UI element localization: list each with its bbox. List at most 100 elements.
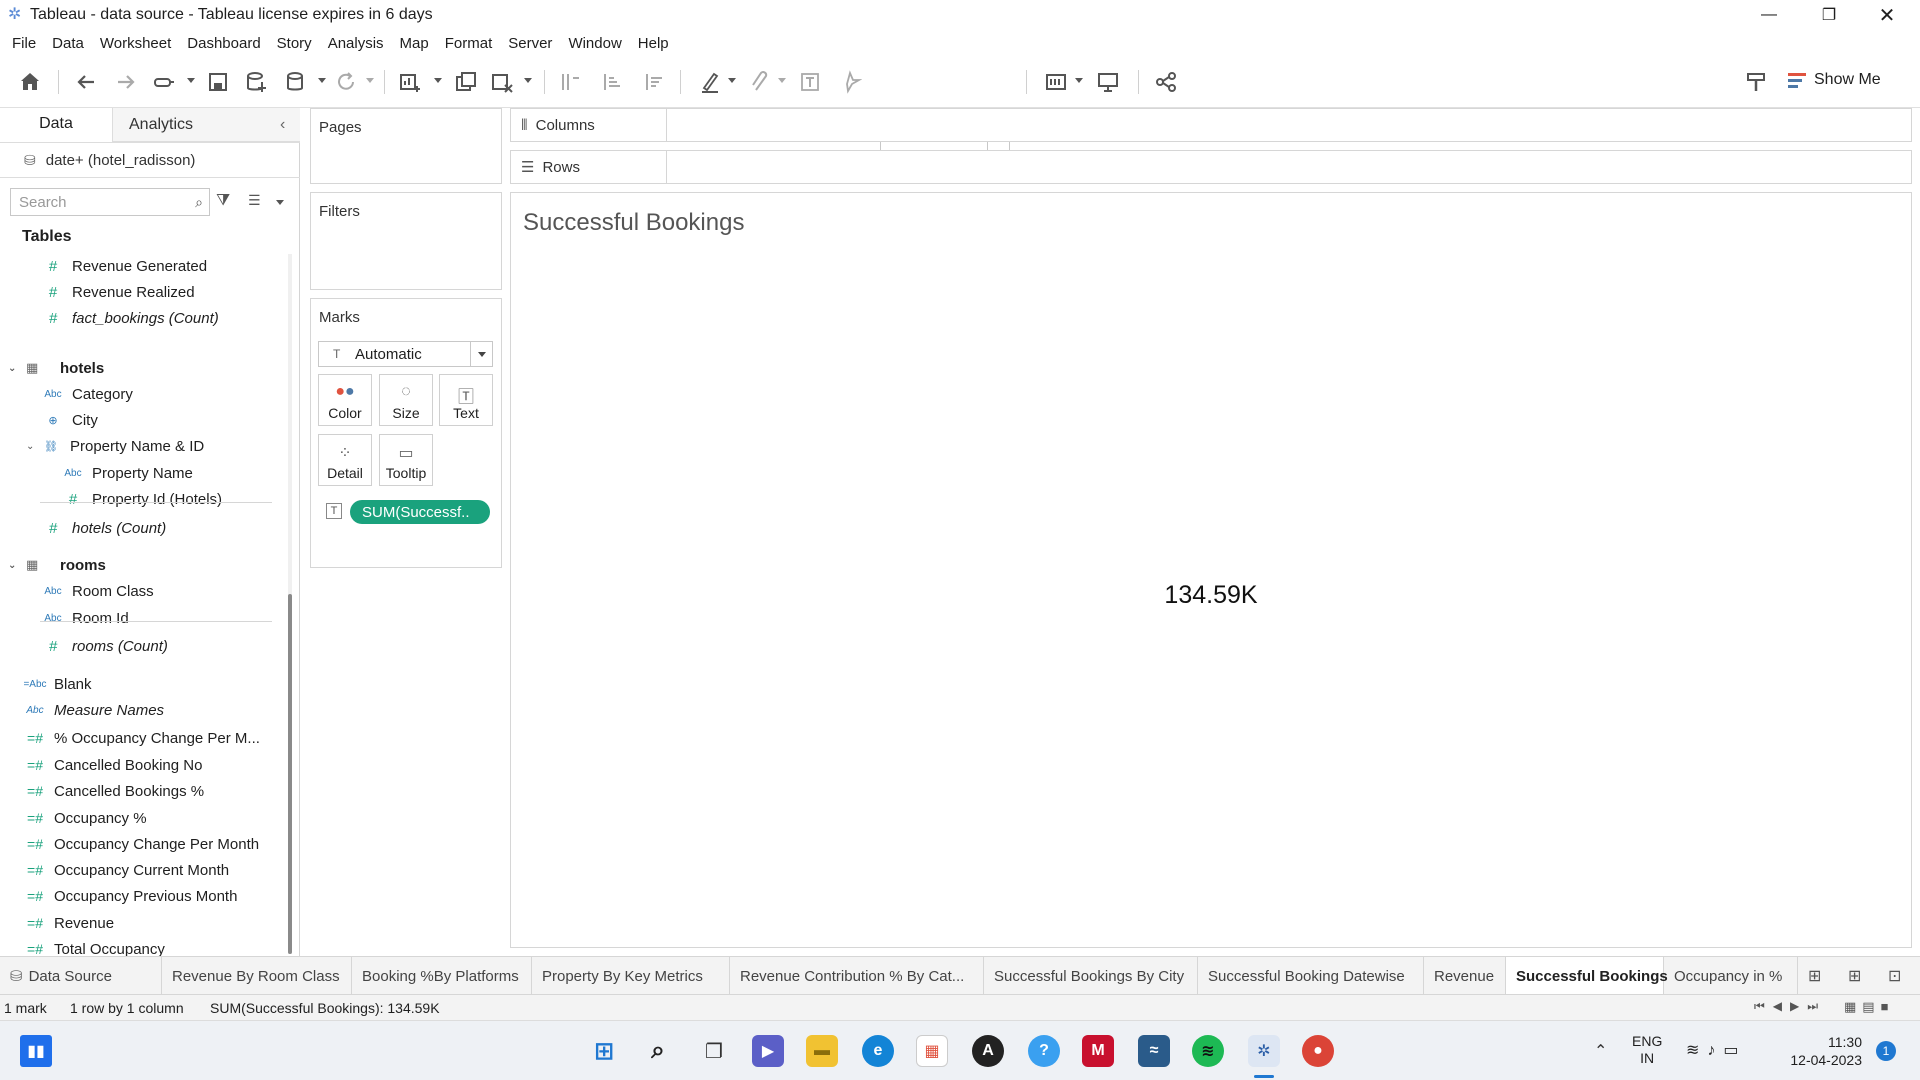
new-worksheet-tab-icon[interactable]: ⊞: [1808, 966, 1821, 986]
columns-shelf[interactable]: ⦀ Columns: [510, 108, 1912, 142]
task-view-icon[interactable]: ❐: [698, 1035, 730, 1067]
sheet-nav-icons[interactable]: ⏮◀▶⏭: [1754, 999, 1826, 1014]
field-calc[interactable]: =# % Occupancy Change Per M...: [24, 726, 260, 750]
tab-sheet[interactable]: Property By Key Metrics: [532, 957, 730, 995]
field-calc[interactable]: =# Revenue: [24, 911, 114, 935]
filter-icon[interactable]: ⧩: [216, 192, 230, 210]
presentation-mode-icon[interactable]: [1094, 68, 1122, 96]
tab-sheet[interactable]: Revenue By Room Class: [162, 957, 352, 995]
language-indicator[interactable]: ENG IN: [1632, 1033, 1662, 1067]
field-calc[interactable]: =# Occupancy Current Month: [24, 858, 229, 882]
field-blank[interactable]: =Abc Blank: [23, 672, 91, 696]
app-icon[interactable]: A: [972, 1035, 1004, 1067]
file-explorer-icon[interactable]: ▬: [806, 1035, 838, 1067]
menu-server[interactable]: Server: [500, 35, 560, 52]
start-icon[interactable]: ⊞: [588, 1035, 620, 1067]
rows-shelf[interactable]: ☰ Rows: [510, 150, 1912, 184]
swap-rows-columns-icon[interactable]: [556, 68, 584, 96]
chrome-icon[interactable]: ●: [1302, 1035, 1334, 1067]
field-room-id[interactable]: Abc Room Id: [42, 606, 128, 630]
menu-window[interactable]: Window: [560, 35, 629, 52]
field-measure-names[interactable]: Abc Measure Names: [24, 698, 164, 722]
chevron-down-icon[interactable]: [470, 342, 492, 366]
search-input[interactable]: Search ⌕: [10, 188, 210, 216]
new-sheet-dropdown-icon[interactable]: [434, 78, 442, 83]
field-calc[interactable]: =# Occupancy %: [24, 806, 147, 830]
field-fact-bookings-count[interactable]: # fact_bookings (Count): [42, 306, 219, 330]
chevron-up-icon[interactable]: ⌃: [1594, 1041, 1607, 1061]
datasource-row[interactable]: ⛁ date+ (hotel_radisson): [0, 142, 300, 178]
field-calc[interactable]: =# Occupancy Previous Month: [24, 884, 237, 908]
highlight-dropdown-icon[interactable]: [728, 78, 736, 83]
new-worksheet-icon[interactable]: [396, 68, 424, 96]
sort-ascending-icon[interactable]: [598, 68, 626, 96]
show-me-button[interactable]: Show Me: [1788, 65, 1881, 95]
undo-icon[interactable]: [72, 68, 100, 96]
tab-sheet[interactable]: Successful Booking Datewise: [1198, 957, 1424, 995]
group-icon[interactable]: [746, 68, 774, 96]
field-calc[interactable]: =# Cancelled Bookings %: [24, 779, 204, 803]
tab-sheet-active[interactable]: Successful Bookings: [1506, 957, 1668, 995]
redo-icon[interactable]: [112, 68, 140, 96]
menu-map[interactable]: Map: [392, 35, 437, 52]
text-encoding-icon[interactable]: T: [326, 503, 342, 519]
field-calc[interactable]: =# Cancelled Booking No: [24, 753, 202, 777]
edge-icon[interactable]: e: [862, 1035, 894, 1067]
menu-dashboard[interactable]: Dashboard: [179, 35, 268, 52]
pages-card[interactable]: Pages: [310, 108, 502, 184]
menu-help[interactable]: Help: [630, 35, 677, 52]
field-category[interactable]: Abc Category: [42, 382, 133, 406]
tableau-taskbar-icon[interactable]: ✲: [1248, 1035, 1280, 1067]
mark-type-dropdown[interactable]: T Automatic: [318, 341, 493, 367]
view-list-icon[interactable]: ☰: [248, 192, 261, 209]
teams-icon[interactable]: ▶: [752, 1035, 784, 1067]
field-revenue-generated[interactable]: # Revenue Generated: [42, 254, 207, 278]
chevron-down-icon[interactable]: ⌄: [8, 363, 22, 374]
format-painter-icon[interactable]: [1742, 68, 1770, 96]
replay-dropdown-icon[interactable]: [187, 78, 195, 83]
tab-sheet[interactable]: Revenue Contribution % By Cat...: [730, 957, 984, 995]
tooltip-button[interactable]: ▭ Tooltip: [379, 434, 433, 486]
close-button[interactable]: ✕: [1858, 0, 1916, 30]
widgets-icon[interactable]: ▮▮: [20, 1035, 52, 1067]
chevron-down-icon[interactable]: ⌄: [26, 441, 40, 452]
spotify-icon[interactable]: ≋: [1192, 1035, 1224, 1067]
scrollbar-thumb[interactable]: [288, 594, 292, 954]
cards-dropdown-icon[interactable]: [1075, 78, 1083, 83]
size-button[interactable]: ◌ Size: [379, 374, 433, 426]
pause-updates-icon[interactable]: [282, 68, 310, 96]
menu-story[interactable]: Story: [269, 35, 320, 52]
save-icon[interactable]: [204, 68, 232, 96]
sort-descending-icon[interactable]: [640, 68, 668, 96]
tab-sheet[interactable]: Successful Bookings By City: [984, 957, 1198, 995]
minimize-button[interactable]: —: [1740, 0, 1798, 30]
hierarchy-property[interactable]: ⌄ ⛓ Property Name & ID: [26, 434, 204, 458]
measure-pill[interactable]: SUM(Successf..: [350, 500, 490, 524]
detail-button[interactable]: ⁘ Detail: [318, 434, 372, 486]
filters-card[interactable]: Filters: [310, 192, 502, 290]
home-icon[interactable]: [16, 68, 44, 96]
help-app-icon[interactable]: ?: [1028, 1035, 1060, 1067]
clear-sheet-icon[interactable]: [488, 68, 516, 96]
highlight-icon[interactable]: [696, 68, 724, 96]
field-room-class[interactable]: Abc Room Class: [42, 579, 153, 603]
table-rooms[interactable]: ⌄ ▦ rooms: [8, 553, 106, 577]
fix-axes-icon[interactable]: [836, 68, 864, 96]
refresh-dropdown-icon[interactable]: [366, 78, 374, 83]
chevron-down-icon[interactable]: ⌄: [8, 560, 22, 571]
group-dropdown-icon[interactable]: [778, 78, 786, 83]
tab-sheet[interactable]: Booking %By Platforms: [352, 957, 532, 995]
menu-analysis[interactable]: Analysis: [320, 35, 392, 52]
new-dashboard-tab-icon[interactable]: ⊞: [1848, 966, 1861, 986]
field-calc[interactable]: =# Occupancy Change Per Month: [24, 832, 259, 856]
wifi-volume-battery-icons[interactable]: ≋♪▭: [1686, 1040, 1747, 1060]
notification-badge[interactable]: 1: [1876, 1041, 1896, 1061]
clock[interactable]: 11:30 12-04-2023: [1784, 1033, 1862, 1069]
menu-file[interactable]: File: [4, 35, 44, 52]
text-button[interactable]: 🅃 Text: [439, 374, 493, 426]
tab-analytics[interactable]: Analytics: [112, 108, 300, 142]
store-icon[interactable]: ▦: [916, 1035, 948, 1067]
new-datasource-icon[interactable]: [242, 68, 270, 96]
table-hotels[interactable]: ⌄ ▦ hotels: [8, 356, 104, 380]
clear-dropdown-icon[interactable]: [524, 78, 532, 83]
